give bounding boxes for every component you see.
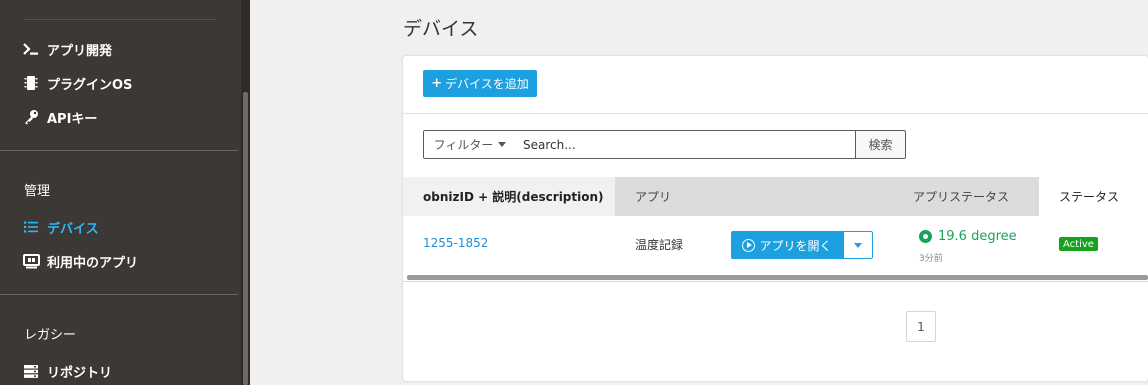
section-heading-management: 管理 xyxy=(24,184,51,199)
sidebar-item-label: デバイス xyxy=(47,221,99,237)
sidebar-item-api-key[interactable]: APIキー xyxy=(22,105,97,129)
caret-down-icon xyxy=(854,242,862,248)
sidebar-item-devices[interactable]: デバイス xyxy=(22,215,99,239)
status-dot-icon xyxy=(919,230,932,243)
pagination-page-1[interactable]: 1 xyxy=(906,311,936,342)
filter-label: フィルター xyxy=(433,138,494,152)
devices-panel: + デバイスを追加 フィルター 検索 obnizID + 説明(descript… xyxy=(403,56,1148,381)
sidebar-item-label: リポジトリ xyxy=(47,365,113,381)
filter-dropdown[interactable]: フィルター xyxy=(423,130,517,159)
search-button[interactable]: 検索 xyxy=(855,130,906,159)
terminal-icon xyxy=(22,41,40,57)
add-device-button[interactable]: + デバイスを追加 xyxy=(423,70,537,97)
sidebar: アプリ開発 プラグインOS APIキー 管理 デバイス 利用中のアプリ レガシー… xyxy=(0,0,250,385)
page-title: デバイス xyxy=(403,18,479,40)
column-header-app-status[interactable]: アプリステータス xyxy=(913,177,1039,216)
divider xyxy=(403,113,1148,114)
open-app-label: アプリを開く xyxy=(759,238,832,253)
list-icon xyxy=(22,219,40,235)
sidebar-item-repository[interactable]: リポジトリ xyxy=(22,359,112,383)
monitor-icon xyxy=(22,253,40,269)
section-heading-legacy: レガシー xyxy=(24,328,77,343)
divider xyxy=(0,294,238,295)
open-app-button[interactable]: アプリを開く xyxy=(731,231,843,259)
key-icon xyxy=(22,109,40,125)
sidebar-item-label: 利用中のアプリ xyxy=(47,255,139,271)
sidebar-item-label: APIキー xyxy=(47,111,98,127)
app-status-time: 3分前 xyxy=(919,254,943,264)
sidebar-item-label: アプリ開発 xyxy=(47,43,113,59)
divider xyxy=(24,19,216,20)
table-horizontal-scrollbar[interactable] xyxy=(407,275,1148,280)
app-status-value: 19.6 degree xyxy=(919,229,1017,244)
column-header-id[interactable]: obnizID + 説明(description) xyxy=(403,177,615,216)
caret-down-icon xyxy=(498,142,507,147)
sidebar-item-app-dev[interactable]: アプリ開発 xyxy=(22,37,112,61)
open-app-button-group: アプリを開く xyxy=(731,231,873,259)
open-app-dropdown-button[interactable] xyxy=(843,231,873,259)
divider xyxy=(403,281,1148,282)
chip-icon xyxy=(22,75,40,91)
play-circle-icon xyxy=(742,238,756,252)
column-header-status[interactable]: ステータス xyxy=(1039,177,1148,216)
plus-icon: + xyxy=(431,76,443,91)
sidebar-item-apps-in-use[interactable]: 利用中のアプリ xyxy=(22,249,138,273)
sidebar-item-label: プラグインOS xyxy=(47,77,133,93)
sidebar-item-plugin-os[interactable]: プラグインOS xyxy=(22,71,132,95)
add-device-label: デバイスを追加 xyxy=(445,77,529,91)
divider xyxy=(0,150,238,151)
app-name: 温度記録 xyxy=(635,238,684,252)
app-status-text: 19.6 degree xyxy=(938,229,1017,244)
search-input[interactable] xyxy=(516,130,856,159)
status-badge: Active xyxy=(1059,237,1098,251)
server-icon xyxy=(22,363,40,379)
sidebar-scrollbar-thumb[interactable] xyxy=(243,92,248,385)
table-header: obnizID + 説明(description) アプリ アプリステータス ス… xyxy=(403,177,1148,216)
device-id-link[interactable]: 1255-1852 xyxy=(423,236,488,250)
